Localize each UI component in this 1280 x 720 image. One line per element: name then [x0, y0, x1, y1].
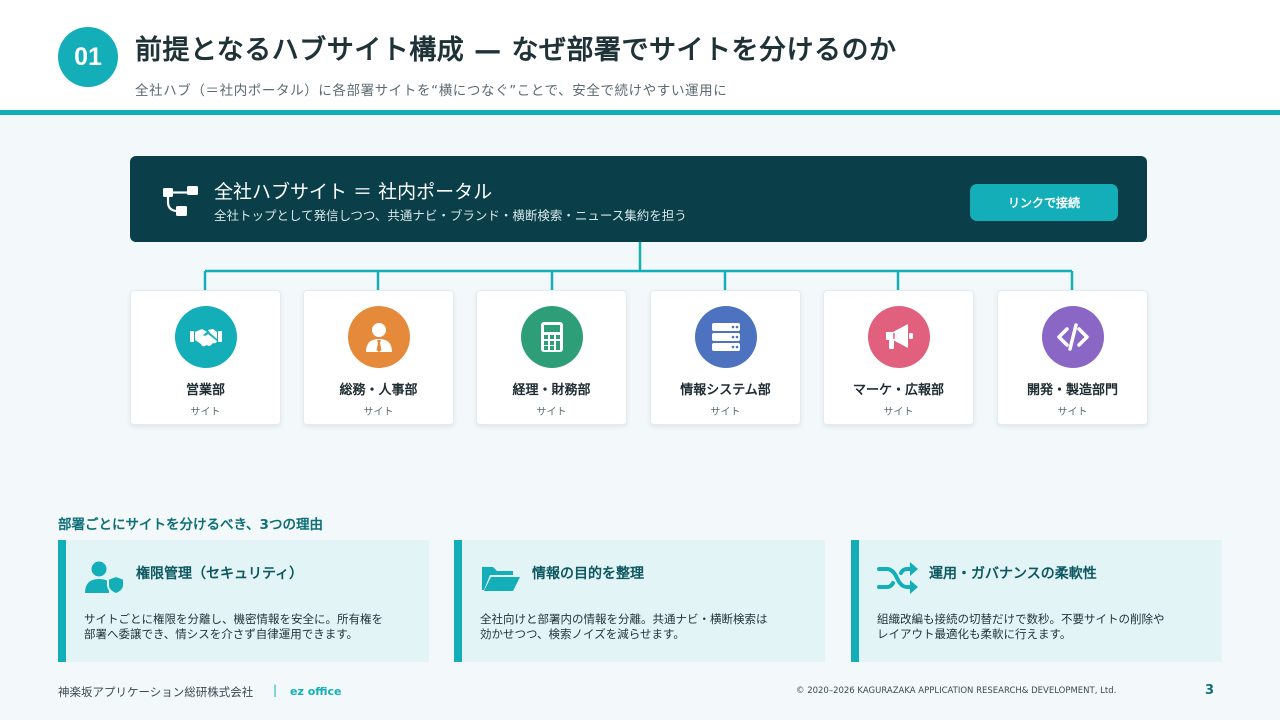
page-title: 前提となるハブサイト構成 — なぜ部署でサイトを分けるのか	[135, 35, 897, 66]
sitemap-icon	[163, 186, 198, 216]
page-subtitle: 全社ハブ（＝社内ポータル）に各部署サイトを“横につなぐ”ことで、安全で続けやすい…	[135, 83, 728, 99]
reason-card-information-purpose: 情報の目的を整理 全社向けと部署内の情報を分離。共通ナビ・横断検索は 効かせつつ…	[454, 540, 825, 662]
footer-copyright: © 2020–2026 KAGURAZAKA APPLICATION RESEA…	[796, 686, 1117, 696]
dept-icon-circle	[175, 306, 237, 368]
link-connect-button[interactable]: リンクで接続	[970, 184, 1118, 221]
dept-card-sales[interactable]: 営業部 サイト	[130, 290, 281, 425]
dept-type: サイト	[363, 407, 394, 418]
reason-card-governance-flexibility: 運用・ガバナンスの柔軟性 組織改編も接続の切替だけで数秒。不要サイトの削除や レ…	[851, 540, 1222, 662]
department-sites: 営業部 サイト 総務・人事部 サイト 経理・財務部 サイト 情報システム部 サイ…	[130, 290, 1148, 425]
user-tie-icon	[366, 323, 392, 352]
shuffle-icon	[877, 562, 918, 594]
hub-description: 全社トップとして発信しつつ、共通ナビ・ブランド・横断検索・ニュース集約を担う	[214, 208, 687, 223]
reason-body: サイトごとに権限を分離し、機密情報を安全に。所有権を 部署へ委譲でき、情シスを介…	[84, 612, 383, 641]
dept-icon-circle	[1042, 306, 1104, 368]
reason-body: 組織改編も接続の切替だけで数秒。不要サイトの削除や レイアウト最適化も柔軟に行え…	[877, 612, 1165, 641]
footer-separator: |	[273, 683, 278, 697]
calculator-icon	[541, 322, 563, 352]
reason-body: 全社向けと部署内の情報を分離。共通ナビ・横断検索は 効かせつつ、検索ノイズを減ら…	[480, 612, 768, 641]
dept-type: サイト	[536, 407, 567, 418]
dept-name: 開発・製造部門	[1026, 383, 1118, 398]
footer-company-name: 神楽坂アプリケーション総研株式会社	[58, 685, 254, 699]
hub-title: 全社ハブサイト ＝ 社内ポータル	[214, 181, 493, 203]
dept-icon-circle	[868, 306, 930, 368]
dept-card-development-manufacturing[interactable]: 開発・製造部門 サイト	[997, 290, 1148, 425]
dept-card-general-affairs-hr[interactable]: 総務・人事部 サイト	[303, 290, 454, 425]
dept-card-information-systems[interactable]: 情報システム部 サイト	[650, 290, 801, 425]
slide-header: 01 前提となるハブサイト構成 — なぜ部署でサイトを分けるのか 全社ハブ（＝社…	[0, 0, 1280, 111]
header-divider	[0, 110, 1280, 115]
code-icon	[1057, 323, 1089, 351]
dept-name: 情報システム部	[680, 383, 771, 398]
reasons-heading: 部署ごとにサイトを分けるべき、3つの理由	[58, 517, 323, 533]
reason-title: 運用・ガバナンスの柔軟性	[929, 566, 1097, 582]
dept-card-marketing-pr[interactable]: マーケ・広報部 サイト	[823, 290, 974, 425]
dept-name: 営業部	[185, 383, 225, 398]
section-number-badge: 01	[58, 27, 118, 87]
reason-title: 権限管理（セキュリティ）	[136, 566, 304, 582]
megaphone-icon	[886, 324, 913, 349]
dept-type: サイト	[1057, 407, 1088, 418]
dept-name: マーケ・広報部	[852, 383, 944, 398]
dept-type: サイト	[710, 407, 741, 418]
dept-type: サイト	[883, 407, 914, 418]
dept-icon-circle	[348, 306, 410, 368]
user-shield-icon	[85, 561, 125, 596]
dept-type: サイト	[190, 407, 221, 418]
page-number: 3	[1205, 683, 1215, 698]
server-icon	[712, 323, 740, 351]
hub-site-box: 全社ハブサイト ＝ 社内ポータル 全社トップとして発信しつつ、共通ナビ・ブランド…	[130, 156, 1147, 242]
folder-open-icon	[482, 567, 520, 591]
reason-title: 情報の目的を整理	[532, 566, 644, 582]
footer-brand: ez office	[290, 685, 342, 698]
dept-name: 総務・人事部	[339, 383, 418, 398]
dept-icon-circle	[695, 306, 757, 368]
dept-name: 経理・財務部	[512, 383, 591, 398]
handshake-icon	[190, 329, 222, 347]
dept-icon-circle	[521, 306, 583, 368]
dept-card-accounting-finance[interactable]: 経理・財務部 サイト	[476, 290, 627, 425]
reason-card-permissions: 権限管理（セキュリティ） サイトごとに権限を分離し、機密情報を安全に。所有権を …	[58, 540, 429, 662]
